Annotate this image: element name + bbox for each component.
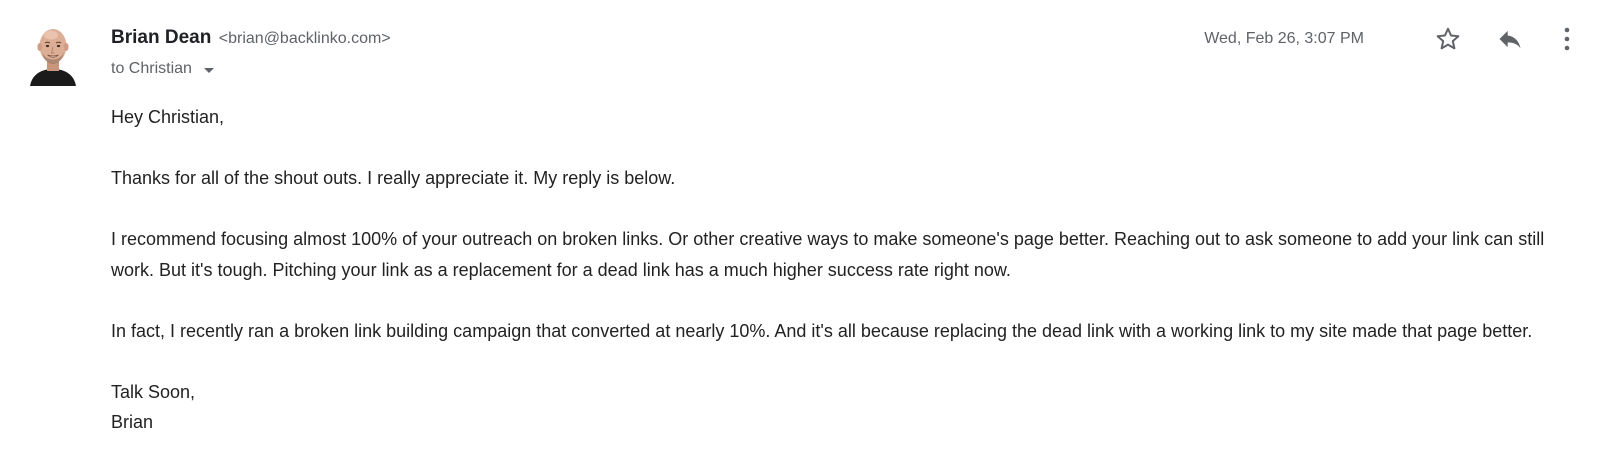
recipient-label: to Christian [111, 60, 192, 77]
reply-icon [1499, 30, 1521, 49]
avatar-photo [28, 22, 78, 86]
star-icon [1436, 27, 1460, 50]
greeting: Hey Christian, [111, 107, 225, 127]
closing: Talk Soon, [111, 381, 196, 402]
paragraph-campaign: In fact, I recently ran a broken link bu… [111, 320, 1533, 341]
star-button[interactable] [1431, 22, 1465, 56]
sender-name[interactable]: Brian Dean [111, 27, 211, 48]
paragraph-thanks: Thanks for all of the shout outs. I real… [111, 168, 676, 188]
timestamp[interactable]: Wed, Feb 26, 3:07 PM [1204, 27, 1364, 51]
more-vertical-icon [1564, 27, 1570, 51]
email-message: Brian Dean <brian@backlinko.com> to Chri… [0, 0, 1600, 476]
recipient-details-toggle[interactable]: to Christian [111, 58, 214, 80]
message-body: Hey Christian, Thanks for all of the sho… [111, 102, 1581, 438]
sender-email[interactable]: <brian@backlinko.com> [219, 30, 391, 47]
signature: Brian [111, 412, 154, 432]
reply-button[interactable] [1493, 22, 1527, 56]
paragraph-recommendation: I recommend focusing almost 100% of your… [111, 229, 1545, 280]
sender-line: Brian Dean <brian@backlinko.com> [111, 26, 391, 51]
caret-down-icon[interactable] [203, 67, 214, 73]
avatar[interactable] [28, 22, 78, 86]
more-options-button[interactable] [1552, 22, 1582, 56]
